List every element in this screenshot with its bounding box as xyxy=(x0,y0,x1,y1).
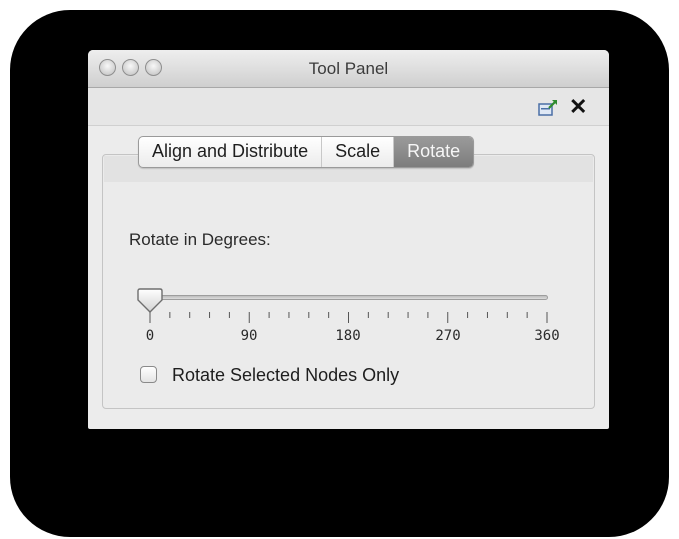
tick-label-180: 180 xyxy=(335,328,361,344)
close-icon[interactable]: ✕ xyxy=(569,94,587,120)
rotate-slider-track[interactable] xyxy=(138,295,548,300)
tab-scale[interactable]: Scale xyxy=(322,137,395,167)
rotate-degrees-label: Rotate in Degrees: xyxy=(129,230,271,249)
rotate-slider-thumb[interactable] xyxy=(135,288,165,314)
tab-rotate[interactable]: Rotate xyxy=(394,137,474,167)
tool-panel-window: Tool Panel ✕ Align and Distribute Scale … xyxy=(88,50,609,429)
window-title: Tool Panel xyxy=(308,59,389,78)
rotate-selected-checkbox[interactable] xyxy=(140,366,157,383)
tab-align-and-distribute[interactable]: Align and Distribute xyxy=(139,137,323,167)
panel-toolbar: ✕ xyxy=(88,88,609,126)
detach-icon[interactable] xyxy=(538,99,558,117)
title-bar[interactable]: Tool Panel xyxy=(88,50,609,88)
tick-label-270: 270 xyxy=(435,328,461,344)
tick-label-90: 90 xyxy=(240,328,258,344)
rotate-selected-label[interactable]: Rotate Selected Nodes Only xyxy=(172,365,399,386)
tab-bar: Align and Distribute Scale Rotate xyxy=(138,136,475,168)
tick-label-360: 360 xyxy=(534,328,560,344)
tick-label-0: 0 xyxy=(145,328,155,344)
